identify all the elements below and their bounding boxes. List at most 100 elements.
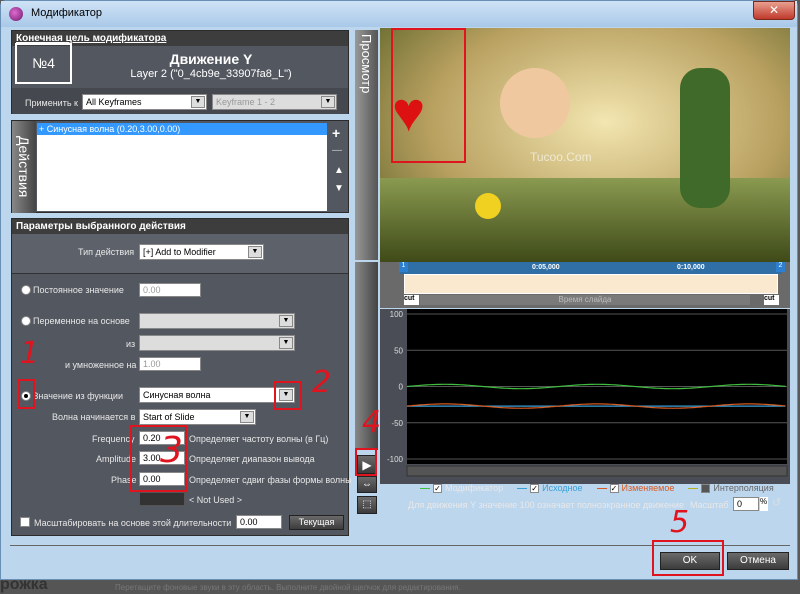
function-value: Синусная волна	[143, 390, 211, 400]
legend-checkbox[interactable]: ✓	[609, 484, 619, 494]
apply-select[interactable]: All Keyframes ▼	[82, 94, 207, 110]
move-down-button[interactable]: ▼	[334, 183, 344, 194]
annotation-box-heart	[391, 28, 466, 163]
legend-label: Модификатор	[445, 483, 504, 493]
phase-desc: Определяет сдвиг фазы формы волны	[189, 475, 352, 485]
actions-list: + Синусная волна (0.20,3.00,0.00)	[37, 123, 327, 211]
select-region-icon[interactable]: ⬚	[357, 496, 377, 514]
action-type-value: [+] Add to Modifier	[143, 247, 216, 257]
variable-label: Переменное на основе	[33, 316, 130, 326]
variable-select[interactable]: ▼	[139, 313, 295, 329]
legend-item: ✓ Исходное	[517, 483, 583, 494]
current-button[interactable]: Текущая	[289, 515, 344, 530]
chevron-down-icon: ▼	[321, 96, 335, 108]
legend-swatch	[688, 488, 699, 490]
fit-icon[interactable]: ⇔	[357, 476, 377, 493]
slide-time-label: Время слайда	[420, 295, 750, 305]
y-tick-label: 0	[399, 383, 404, 392]
graph-scrollbar[interactable]	[406, 465, 788, 477]
cut-left: cut	[404, 295, 419, 305]
chevron-down-icon: ▼	[240, 411, 254, 423]
watermark: Tucoo.Com	[530, 150, 592, 164]
not-used-label: < Not Used >	[189, 495, 243, 505]
add-action-button[interactable]: +	[332, 125, 340, 141]
multiply-input[interactable]: 1.00	[139, 357, 201, 371]
wave-start-select[interactable]: Start of Slide ▼	[139, 409, 256, 425]
annotation-box-2	[274, 381, 302, 410]
legend: ✓ Модификатор ✓ Исходное ✓ Изменяемое Интерпол…	[420, 483, 790, 495]
remove-action-button[interactable]: —	[332, 145, 342, 156]
function-label: Значение из функции	[33, 391, 123, 401]
legend-item: Интерполяция	[688, 483, 774, 494]
apply-label: Применить к	[25, 98, 78, 108]
chevron-down-icon: ▼	[191, 96, 205, 108]
modifier-name: Движение Y	[169, 51, 253, 67]
legend-item: ✓ Изменяемое	[596, 483, 674, 494]
girl-image	[500, 68, 570, 138]
marker-end[interactable]: 2	[776, 262, 785, 272]
unused-input	[139, 492, 185, 506]
marker-start[interactable]: 1	[399, 262, 408, 272]
cancel-button[interactable]: Отмена	[727, 552, 789, 570]
tick-5s: 0:05,000	[532, 264, 560, 271]
app-icon	[9, 7, 23, 21]
scale-duration-input[interactable]: 0.00	[236, 515, 282, 529]
wave-start-value: Start of Slide	[143, 412, 195, 422]
timeline-ruler	[400, 262, 782, 274]
legend-checkbox[interactable]: ✓	[530, 484, 540, 494]
keyframe-select[interactable]: Keyframe 1 - 2 ▼	[212, 94, 337, 110]
from-label: из	[126, 339, 136, 349]
timeline: 1 2 0:05,000 0:10,000 cut cut Время слай…	[380, 262, 790, 308]
multiply-label: и умноженное на	[65, 360, 137, 370]
frequency-label: Frequency	[92, 434, 135, 444]
action-type-label: Тип действия	[78, 247, 135, 257]
constant-radio[interactable]	[21, 285, 31, 295]
constant-label: Постоянное значение	[33, 285, 124, 295]
legend-checkbox[interactable]: ✓	[433, 484, 442, 494]
constant-input[interactable]: 0.00	[139, 283, 201, 297]
cut-right: cut	[764, 295, 779, 305]
layer-name: Layer 2 ("0_4cb9e_33907fa8_L")	[130, 68, 292, 80]
percent-sign: %	[760, 497, 768, 511]
legend-label: Интерполяция	[713, 483, 774, 493]
annotation-2: 2	[312, 365, 332, 400]
background-strip: рожка Перетащите фоновые звуки в эту обл…	[0, 576, 800, 594]
list-item[interactable]: + Синусная волна (0.20,3.00,0.00)	[37, 123, 327, 135]
chevron-down-icon: ▼	[248, 246, 262, 258]
y-tick-label: -50	[391, 419, 403, 428]
legend-swatch	[517, 488, 528, 490]
tab-preview[interactable]: Просмотр	[355, 30, 378, 260]
variable-radio[interactable]	[21, 316, 31, 326]
legend-label: Исходное	[542, 483, 583, 493]
action-type-select[interactable]: [+] Add to Modifier ▼	[139, 244, 264, 260]
annotation-box-4	[355, 448, 377, 476]
target-panel: Конечная цель модификатора №4 Движение Y…	[11, 30, 349, 114]
close-button[interactable]: ✕	[753, 1, 795, 20]
from-select[interactable]: ▼	[139, 335, 295, 351]
legend-swatch	[420, 488, 430, 490]
amplitude-desc: Определяет диапазон вывода	[189, 454, 315, 464]
modifier-graph: 100 50 0 -50 -100	[387, 309, 788, 477]
annotation-3: 3	[160, 430, 183, 471]
slide-time-bar[interactable]	[404, 274, 778, 294]
actions-panel: Действия + Синусная волна (0.20,3.00,0.0…	[11, 120, 349, 213]
function-select[interactable]: Синусная волна ▼	[139, 387, 295, 403]
tab-actions[interactable]: Действия	[12, 121, 36, 213]
chevron-down-icon: ▼	[279, 337, 293, 349]
annotation-box-5	[652, 540, 724, 576]
reset-icon[interactable]: ↺	[772, 496, 781, 509]
scale-percent-input[interactable]: 0	[733, 497, 759, 511]
graph-panel: 100 50 0 -50 -100	[380, 309, 790, 484]
annotation-4: 4	[362, 405, 382, 440]
flower-image	[475, 193, 501, 219]
modifier-number: №4	[15, 43, 72, 84]
scale-checkbox[interactable]	[20, 517, 30, 527]
scale-label: Масштабировать на основе этой длительнос…	[34, 518, 232, 528]
apply-value: All Keyframes	[86, 97, 142, 107]
annotation-box-1	[18, 379, 35, 409]
move-up-button[interactable]: ▲	[334, 165, 344, 176]
scale-percent-label: Масштаб	[690, 500, 729, 510]
legend-checkbox[interactable]	[701, 484, 711, 494]
strip-hint: Перетащите фоновые звуки в эту область. …	[115, 583, 461, 592]
strip-title: рожка	[0, 576, 48, 593]
